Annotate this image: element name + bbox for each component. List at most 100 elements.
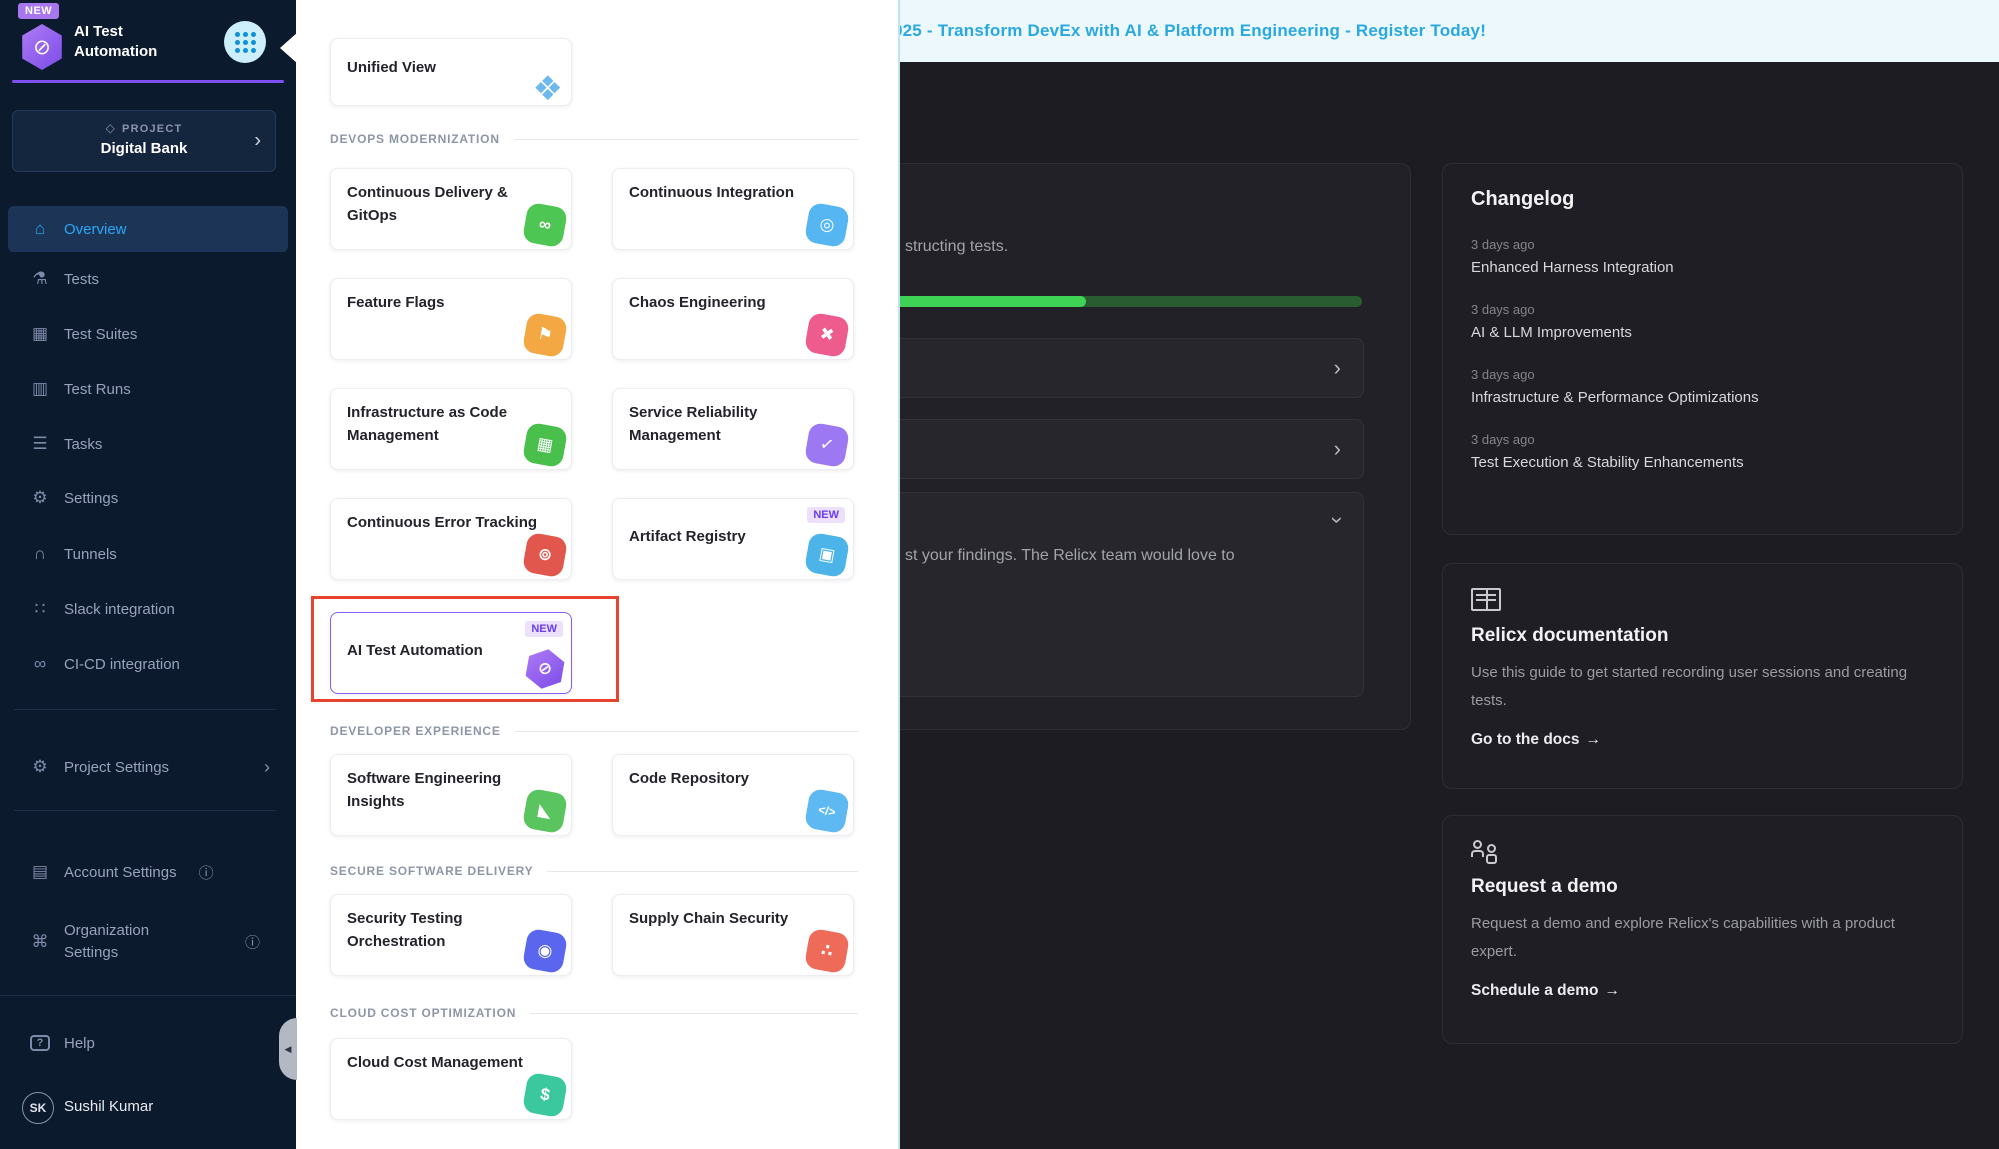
avatar[interactable]: SK	[22, 1092, 54, 1124]
info-icon: ⓘ	[245, 932, 260, 953]
module-infrastructure-as-code[interactable]: Infrastructure as Code Management ▦	[330, 388, 572, 470]
module-continuous-integration[interactable]: Continuous Integration ◎	[612, 168, 854, 250]
sidebar-item-slack-integration[interactable]: ∷Slack integration	[8, 586, 288, 632]
announcement-text[interactable]: 025 - Transform DevEx with AI & Platform…	[893, 21, 1486, 41]
user-name[interactable]: Sushil Kumar	[64, 1098, 153, 1115]
module-picker-button[interactable]	[224, 21, 266, 63]
chaos-engineering-icon: ✖	[804, 312, 850, 358]
people-icon	[1471, 840, 1501, 864]
gear-icon: ⚙	[30, 757, 50, 777]
module-security-testing-orchestration[interactable]: Security Testing Orchestration ◉	[330, 894, 572, 976]
module-chaos-engineering[interactable]: Chaos Engineering ✖	[612, 278, 854, 360]
chevron-right-icon: ›	[1334, 355, 1341, 381]
schedule-demo-link[interactable]: Schedule a demo→	[1471, 982, 1934, 1000]
sidebar-item-test-suites[interactable]: ▦Test Suites	[8, 311, 288, 357]
sidebar-item-cicd-integration[interactable]: ∞CI-CD integration	[8, 641, 288, 687]
module-service-reliability[interactable]: Service Reliability Management ✓	[612, 388, 854, 470]
module-picker-panel: Unified View ❖ DEVOPS MODERNIZATION Cont…	[296, 0, 900, 1149]
changelog-entry: 3 days ago Test Execution & Stability En…	[1471, 432, 1934, 471]
module-code-repository[interactable]: Code Repository </>	[612, 754, 854, 836]
changelog-time: 3 days ago	[1471, 367, 1934, 382]
module-cloud-cost-management[interactable]: Cloud Cost Management $	[330, 1038, 572, 1120]
changelog-time: 3 days ago	[1471, 237, 1934, 252]
pipeline-icon: ∞	[30, 654, 50, 674]
divider	[14, 709, 276, 710]
chevron-right-icon: ›	[1334, 436, 1341, 462]
new-badge: NEW	[18, 3, 59, 19]
sidebar-item-help[interactable]: ? Help	[8, 1020, 288, 1066]
code-repository-icon: </>	[804, 788, 850, 834]
app-logo: ⊘	[20, 24, 64, 70]
module-feature-flags[interactable]: Feature Flags ⚑	[330, 278, 572, 360]
module-artifact-registry[interactable]: NEW Artifact Registry ▣	[612, 498, 854, 580]
unified-view-icon: ❖	[533, 69, 563, 106]
changelog-time: 3 days ago	[1471, 432, 1934, 447]
artifact-registry-icon: ▣	[804, 532, 850, 578]
section-header-developer-experience: DEVELOPER EXPERIENCE	[330, 724, 858, 738]
project-selector[interactable]: ◇PROJECT Digital Bank ›	[12, 110, 276, 172]
divider	[14, 810, 276, 811]
module-label: Unified View	[347, 59, 436, 76]
section-header-cloud-cost: CLOUD COST OPTIMIZATION	[330, 1006, 858, 1020]
section-header-devops: DEVOPS MODERNIZATION	[330, 132, 858, 146]
sidebar-item-overview[interactable]: ⌂Overview	[8, 206, 288, 252]
changelog-time: 3 days ago	[1471, 302, 1934, 317]
layers-icon: ▤	[30, 862, 50, 882]
module-continuous-error-tracking[interactable]: Continuous Error Tracking ⊚	[330, 498, 572, 580]
sidebar-item-settings[interactable]: ⚙Settings	[8, 475, 288, 521]
documentation-title: Relicx documentation	[1471, 625, 1934, 647]
home-icon: ⌂	[30, 219, 50, 239]
sidebar-item-tunnels[interactable]: ∩Tunnels	[8, 531, 288, 577]
sidebar-item-account-settings[interactable]: ▤Account Settings ⓘ	[8, 849, 288, 895]
list-icon: ☰	[30, 434, 50, 454]
sidebar-item-tests[interactable]: ⚗Tests	[8, 256, 288, 302]
module-supply-chain-security[interactable]: Supply Chain Security ∴	[612, 894, 854, 976]
request-demo-card: Request a demo Request a demo and explor…	[1442, 815, 1963, 1044]
chevron-right-icon: ›	[264, 757, 270, 778]
request-demo-title: Request a demo	[1471, 876, 1934, 898]
sidebar-item-organization-settings[interactable]: ⌘ OrganizationSettings ⓘ	[8, 912, 288, 972]
changelog-text: Test Execution & Stability Enhancements	[1471, 454, 1934, 471]
popover-arrow	[280, 32, 298, 64]
changelog-entry: 3 days ago Infrastructure & Performance …	[1471, 367, 1934, 406]
chevron-left-icon: ◀	[285, 1044, 292, 1055]
divider	[0, 995, 296, 996]
tunnel-icon: ∩	[30, 544, 50, 564]
cube-icon: ◇	[106, 121, 116, 135]
arrow-right-icon: →	[1604, 982, 1620, 999]
sidebar-item-tasks[interactable]: ☰Tasks	[8, 421, 288, 467]
module-software-engineering-insights[interactable]: Software Engineering Insights ◣	[330, 754, 572, 836]
chevron-right-icon: ›	[254, 130, 261, 153]
help-chat-icon: ?	[30, 1035, 50, 1051]
info-icon: ⓘ	[199, 862, 214, 883]
srm-icon: ✓	[804, 422, 850, 468]
feature-flags-icon: ⚑	[522, 312, 568, 358]
iac-icon: ▦	[522, 422, 568, 468]
sto-icon: ◉	[522, 928, 568, 974]
gear-icon: ⚙	[30, 488, 50, 508]
sidebar: NEW ⊘ AI Test Automation ◇PROJECT Digita…	[0, 0, 296, 1149]
book-icon	[1471, 588, 1501, 611]
request-demo-body: Request a demo and explore Relicx's capa…	[1471, 910, 1934, 966]
new-badge: NEW	[807, 507, 845, 523]
highlight-annotation-box	[311, 596, 619, 702]
sidebar-item-test-runs[interactable]: ▥Test Runs	[8, 366, 288, 412]
changelog-text: Infrastructure & Performance Optimizatio…	[1471, 389, 1934, 406]
accent-divider	[12, 80, 284, 83]
sidebar-item-project-settings[interactable]: ⚙Project Settings ›	[8, 744, 288, 790]
section-header-secure-software-delivery: SECURE SOFTWARE DELIVERY	[330, 864, 858, 878]
documentation-card: Relicx documentation Use this guide to g…	[1442, 563, 1963, 789]
module-unified-view[interactable]: Unified View ❖	[330, 38, 572, 106]
error-tracking-icon: ⊚	[522, 532, 568, 578]
flask-icon: ⚗	[30, 269, 50, 289]
changelog-entry: 3 days ago Enhanced Harness Integration	[1471, 237, 1934, 276]
apps-grid-icon	[235, 32, 256, 53]
documentation-body: Use this guide to get started recording …	[1471, 659, 1934, 715]
arrow-right-icon: →	[1586, 731, 1602, 748]
module-continuous-delivery-gitops[interactable]: Continuous Delivery & GitOps ∞	[330, 168, 572, 250]
sidebar-collapse-handle[interactable]: ◀	[279, 1018, 297, 1080]
go-to-docs-link[interactable]: Go to the docs→	[1471, 731, 1934, 749]
project-label: ◇PROJECT	[13, 121, 275, 135]
org-icon: ⌘	[30, 932, 50, 952]
project-name: Digital Bank	[13, 140, 275, 157]
